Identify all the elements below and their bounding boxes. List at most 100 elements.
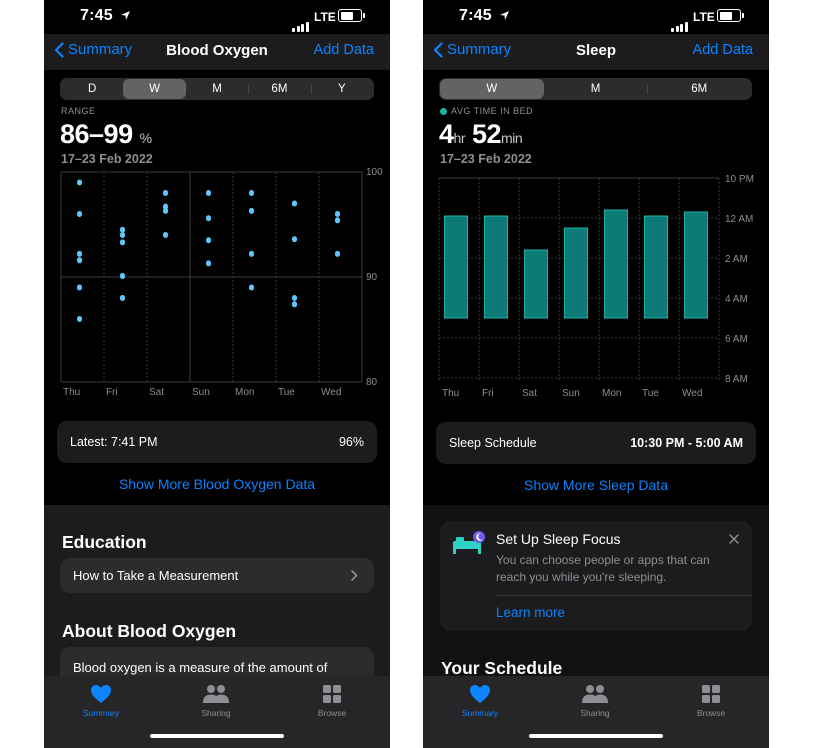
learn-more-link[interactable]: Learn more [496,605,565,620]
latest-reading-row: Latest: 7:41 PM 96% [57,421,377,463]
back-button[interactable]: Summary [433,41,511,58]
x-tick-label: Tue [278,387,295,398]
navigation-bar: Summary Blood Oxygen Add Data [44,34,390,70]
bed-icon [453,531,485,554]
segment-year[interactable]: Y [310,79,373,99]
metric-hours-unit: hr [453,130,466,146]
tab-sharing[interactable]: Sharing [555,684,635,718]
people-icon [203,685,229,703]
home-indicator [529,734,663,738]
status-bar: 7:45 LTE [423,0,769,34]
segment-six-months[interactable]: 6M [248,79,310,99]
data-point [77,284,82,291]
segment-month[interactable]: M [544,79,648,99]
data-point [77,257,82,264]
metric-value: 86–99 % [60,119,152,150]
segment-month[interactable]: M [186,79,248,99]
grid-icon [323,685,341,703]
x-tick-label: Sun [192,387,210,398]
x-tick-label: Tue [642,388,659,399]
show-more-button[interactable]: Show More Sleep Data [423,477,769,493]
back-button[interactable]: Summary [54,41,132,58]
x-tick-label: Fri [106,387,118,398]
tab-summary[interactable]: Summary [61,684,141,718]
segment-day[interactable]: D [61,79,123,99]
education-heading: Education [62,532,147,552]
chevron-right-icon [351,570,358,581]
x-tick-label: Thu [442,388,459,399]
data-point [335,217,340,224]
metric-hours: 4 [439,119,454,149]
blood-oxygen-screen: 7:45 LTE Summary Blood Oxygen Add Data D… [44,0,390,748]
in-bed-legend-dot [440,107,447,115]
sleep-focus-body-line1: You can choose people or apps that can [496,553,710,567]
x-tick-label: Sat [522,388,537,399]
tab-sharing-label: Sharing [201,708,231,718]
tab-summary-label: Summary [82,708,120,718]
x-tick-label: Mon [602,388,621,399]
sleep-bar [644,215,668,319]
status-time: 7:45 [80,7,113,24]
tab-bar: Summary Sharing Browse [423,676,769,748]
sleep-bar [444,215,468,319]
x-tick-label: Mon [235,387,254,398]
data-point [292,236,297,243]
data-point [206,237,211,244]
data-point [77,316,82,322]
network-type: LTE [314,10,336,24]
tab-browse[interactable]: Browse [671,684,751,718]
data-point [249,190,254,196]
y-tick-label: 6 AM [725,334,748,345]
data-point [120,226,125,233]
metric-range: 86–99 [60,119,133,149]
about-text: Blood oxygen is a measure of the amount … [73,660,328,675]
tab-summary[interactable]: Summary [440,684,520,718]
tab-bar: Summary Sharing Browse [44,676,390,748]
cellular-signal-icon [671,14,689,32]
cellular-signal-icon [292,14,310,32]
add-data-button[interactable]: Add Data [314,42,374,58]
about-heading: About Blood Oxygen [62,621,237,641]
chevron-left-icon [433,41,443,58]
blood-oxygen-chart: 100 90 80 Thu Fri Sat Sun Mon Tue Wed [60,168,383,398]
location-arrow-icon [500,11,509,20]
status-time: 7:45 [459,7,492,24]
y-tick-label: 2 AM [725,254,748,265]
segment-week[interactable]: W [123,79,186,99]
segment-six-months[interactable]: 6M [647,79,751,99]
location-arrow-icon [121,11,130,20]
tab-browse[interactable]: Browse [292,684,372,718]
close-icon[interactable] [729,534,739,544]
y-tick-label: 4 AM [725,294,748,305]
data-point [77,211,82,217]
how-to-measure-row[interactable]: How to Take a Measurement [60,558,374,593]
page-title: Blood Oxygen [166,42,268,59]
show-more-button[interactable]: Show More Blood Oxygen Data [44,476,390,492]
y-tick-label: 80 [366,377,378,388]
sleep-bar [484,215,508,319]
data-point [249,207,254,214]
latest-reading-label: Latest: 7:41 PM [70,435,158,449]
add-data-button[interactable]: Add Data [693,42,753,58]
sleep-schedule-label: Sleep Schedule [449,436,537,450]
y-tick-label: 12 AM [725,214,753,225]
x-tick-label: Wed [682,388,702,399]
segment-week[interactable]: W [440,79,544,99]
back-button-label: Summary [447,41,512,58]
metric-unit: % [139,130,152,146]
x-tick-label: Fri [482,388,494,399]
data-point [335,211,340,217]
data-point [120,295,125,301]
metric-minutes-unit: min [501,130,523,146]
time-range-segmented-control: D W M 6M Y [60,78,374,100]
chevron-left-icon [54,41,64,58]
metric-label-text: AVG TIME IN BED [451,106,534,116]
metric-label: AVG TIME IN BED [440,106,533,116]
metric-value: 4hr 52min [439,119,523,150]
divider [496,595,752,596]
tab-sharing[interactable]: Sharing [176,684,256,718]
x-tick-label: Wed [321,387,341,398]
how-to-measure-label: How to Take a Measurement [73,568,239,583]
y-tick-label: 10 PM [725,174,754,185]
home-indicator [150,734,284,738]
